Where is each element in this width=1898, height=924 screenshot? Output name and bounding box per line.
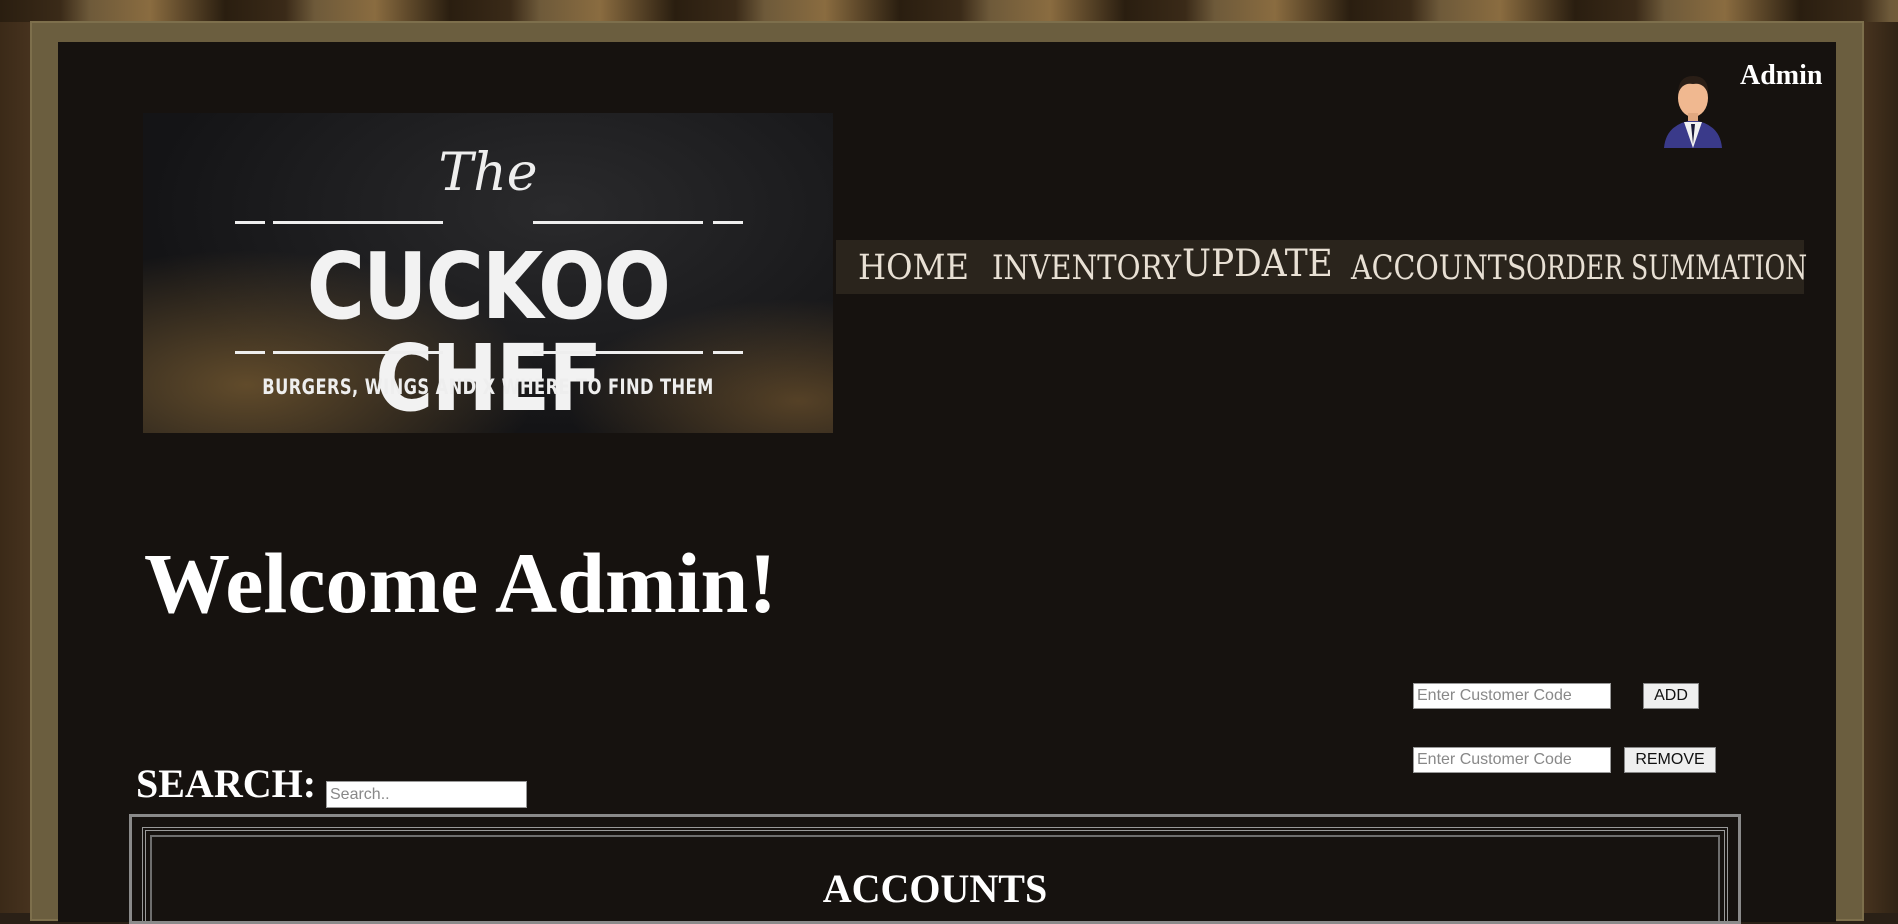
- main-navigation: HOME INVENTORY UPDATE ACCOUNTS ORDER SUM…: [836, 240, 1807, 294]
- nav-item-accounts[interactable]: ACCOUNTS: [1351, 246, 1526, 290]
- logo-divider-line: [273, 221, 443, 224]
- logo-the-text: The: [438, 143, 538, 203]
- search-input[interactable]: [326, 781, 527, 808]
- nav-item-update[interactable]: UPDATE: [1182, 242, 1333, 286]
- cuckoo-chef-logo: The CUCKOO CHEF BURGERS, WINGS AND X WHE…: [143, 113, 833, 433]
- add-button[interactable]: ADD: [1643, 683, 1699, 709]
- welcome-heading: Welcome Admin!: [144, 535, 777, 631]
- search-label: SEARCH:: [136, 761, 317, 806]
- admin-avatar-icon[interactable]: [1660, 68, 1726, 148]
- logo-divider-line: [713, 221, 743, 224]
- admin-username: Admin: [1740, 60, 1823, 91]
- nav-item-home[interactable]: HOME: [858, 246, 969, 290]
- logo-divider-line: [235, 221, 265, 224]
- accounts-title: ACCOUNTS: [822, 866, 1048, 911]
- logo-divider-line: [713, 351, 743, 354]
- accounts-table-frame: ACCOUNTS: [129, 814, 1741, 924]
- logo-divider-line: [533, 351, 703, 354]
- remove-button[interactable]: REMOVE: [1624, 747, 1716, 773]
- logo-divider-line: [533, 221, 703, 224]
- nav-item-inventory[interactable]: INVENTORY: [992, 246, 1181, 290]
- logo-divider-line: [273, 351, 443, 354]
- wood-top-strip: [0, 0, 1898, 22]
- logo-divider-line: [235, 351, 265, 354]
- nav-item-order-summation[interactable]: ORDER SUMMATION: [1526, 246, 1807, 290]
- remove-customer-code-input[interactable]: [1413, 747, 1611, 773]
- add-customer-code-input[interactable]: [1413, 683, 1611, 709]
- logo-tagline-text: BURGERS, WINGS AND X WHERE TO FIND THEM: [262, 375, 714, 399]
